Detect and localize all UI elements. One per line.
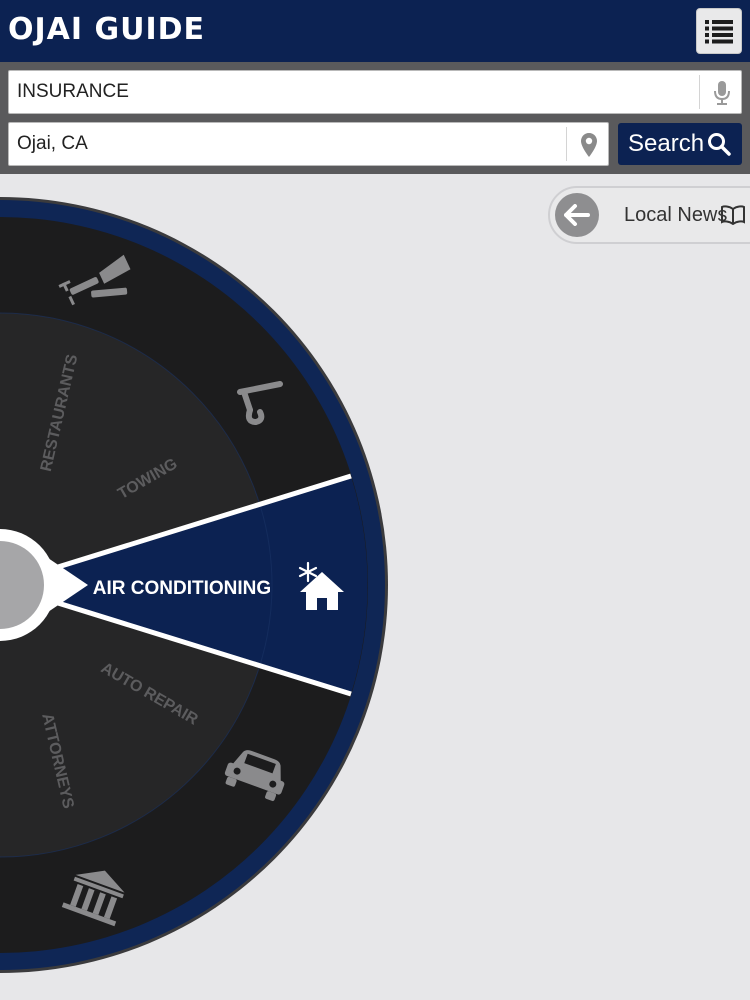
category-wheel[interactable]: AIR CONDITIONING RESTAURANTS TOWING AUTO… bbox=[0, 0, 750, 1000]
selected-category-label[interactable]: AIR CONDITIONING bbox=[93, 578, 271, 599]
